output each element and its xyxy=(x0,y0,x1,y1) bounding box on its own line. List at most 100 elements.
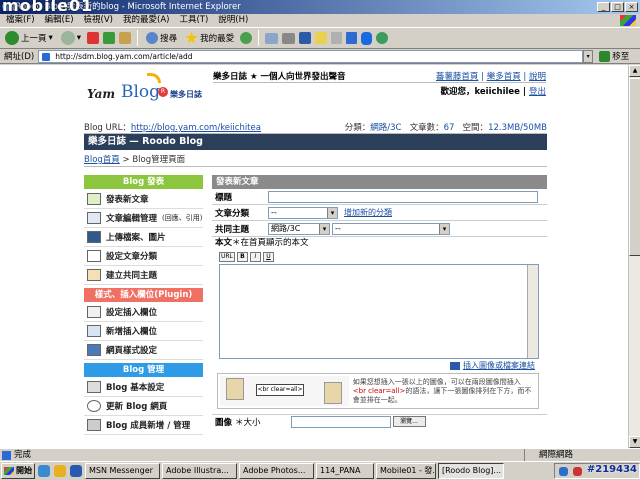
sidebar-item-shared-topic[interactable]: 建立共同主題 xyxy=(84,266,203,285)
title-row: 標題 xyxy=(212,189,547,205)
task-photoshop[interactable]: Adobe Photos... xyxy=(239,463,314,479)
browse-button[interactable]: 瀏覽... xyxy=(392,416,426,427)
folder-icon[interactable] xyxy=(315,32,328,44)
page-style-icon xyxy=(87,344,101,356)
menu-view[interactable]: 檢視(V) xyxy=(84,14,113,27)
scroll-up-button[interactable]: ▲ xyxy=(629,65,640,77)
media-icon[interactable] xyxy=(240,32,253,44)
image-file-input[interactable] xyxy=(290,415,391,428)
menu-tools[interactable]: 工具(T) xyxy=(179,14,208,27)
msn-people-icon[interactable] xyxy=(376,32,389,44)
forward-button[interactable]: ▾ xyxy=(59,29,83,47)
new-post-form: 發表新文章 標題 文章分類 -- 增加新的分類 共同主題 網路/3C -- 本文… xyxy=(212,175,547,428)
breadcrumb-blog-home[interactable]: Blog首頁 xyxy=(84,155,120,165)
address-label: 網址(D) xyxy=(4,52,35,62)
sidebar-heading-manage: Blog 管理 xyxy=(84,363,203,377)
internet-zone: 網際網路 xyxy=(524,449,634,461)
body-heading: 本文＊在首頁顯示的本文 xyxy=(215,238,309,248)
logout-link[interactable]: 登出 xyxy=(529,87,546,97)
toolbar: 上一頁 ▾ ▾ 搜尋 我的最愛 xyxy=(0,27,640,49)
scroll-thumb[interactable] xyxy=(629,78,640,256)
menu-favorites[interactable]: 我的最愛(A) xyxy=(123,14,169,27)
link-roodo-home[interactable]: 樂多首頁 xyxy=(487,72,521,82)
home-icon[interactable] xyxy=(119,32,132,44)
print-icon[interactable] xyxy=(282,32,296,44)
tray-security-icon[interactable] xyxy=(573,466,582,476)
sidebar-item-add-plugin[interactable]: 新增插入欄位 xyxy=(84,322,203,341)
refresh-icon[interactable] xyxy=(103,32,116,44)
subtopic-select[interactable]: -- xyxy=(332,222,450,235)
task-msn[interactable]: MSN Messenger xyxy=(85,463,160,479)
sidebar-item-categories[interactable]: 設定文章分類 xyxy=(84,247,203,266)
notes-icon[interactable] xyxy=(331,32,343,44)
sidebar-item-basic-settings[interactable]: Blog 基本設定 xyxy=(84,378,203,397)
insert-media-link[interactable]: 插入圖像或檔案連結 xyxy=(463,361,535,370)
close-button[interactable]: × xyxy=(625,2,638,12)
hint-illustration: <br clear=all> xyxy=(220,376,349,406)
yam-blog-logo[interactable]: Yam Blog R 樂多日誌 xyxy=(85,73,210,105)
menu-help[interactable]: 說明(H) xyxy=(218,14,248,27)
category-row: 文章分類 -- 增加新的分類 xyxy=(212,205,547,221)
maximize-button[interactable]: □ xyxy=(611,2,624,12)
tray-network-icon[interactable] xyxy=(559,466,568,476)
scroll-down-button[interactable]: ▼ xyxy=(629,436,640,448)
address-input[interactable]: http://sdm.blog.yam.com/article/add xyxy=(38,49,584,63)
mail-icon[interactable] xyxy=(265,32,279,44)
title-input[interactable] xyxy=(268,190,538,203)
address-bar: 網址(D) http://sdm.blog.yam.com/article/ad… xyxy=(0,49,640,64)
title-bar: [Roodo Blog]發表新的blog - Microsoft Interne… xyxy=(0,0,640,14)
menu-file[interactable]: 檔案(F) xyxy=(6,14,35,27)
upload-icon xyxy=(87,231,101,243)
word-icon[interactable] xyxy=(299,32,312,44)
quicklaunch-ie-icon[interactable] xyxy=(38,465,50,477)
underline-button[interactable]: U xyxy=(262,252,274,262)
blog-url-link[interactable]: http://blog.yam.com/keiichitea xyxy=(131,123,261,133)
italic-button[interactable]: I xyxy=(249,252,261,262)
sidebar-item-upload[interactable]: 上傳檔案、圖片 xyxy=(84,228,203,247)
menu-edit[interactable]: 編輯(E) xyxy=(45,14,74,27)
stat-category[interactable]: 網路/3C xyxy=(370,123,401,133)
quicklaunch-folder-icon[interactable] xyxy=(54,465,66,477)
messenger-icon[interactable] xyxy=(346,32,358,44)
body-textarea[interactable] xyxy=(219,264,539,359)
task-folder[interactable]: 114_PANA xyxy=(316,463,374,479)
topic-select[interactable]: 網路/3C xyxy=(268,222,330,235)
editor-toolbar: URL B I U xyxy=(212,250,547,264)
edit-posts-icon xyxy=(87,212,101,224)
bold-button[interactable]: B xyxy=(236,252,248,262)
sidebar-item-new-post[interactable]: 發表新文章 xyxy=(84,190,203,209)
task-illustrator[interactable]: Adobe Illustra... xyxy=(162,463,237,479)
quicklaunch-desktop-icon[interactable] xyxy=(70,465,82,477)
sidebar-item-members[interactable]: Blog 成員新增 / 管理 xyxy=(84,416,203,435)
favorites-button[interactable]: 我的最愛 xyxy=(183,29,236,47)
go-button[interactable]: 移至 xyxy=(599,50,629,62)
br-hint-box: <br clear=all> 如果您想插入一張以上的圖像，可以在兩段圖像間插入 … xyxy=(217,373,539,409)
sidebar-item-refresh-blog[interactable]: 更新 Blog 網頁 xyxy=(84,397,203,416)
task-mobile01[interactable]: Mobile01 - 發... xyxy=(376,463,436,479)
task-roodo-blog[interactable]: [Roodo Blog]... xyxy=(438,463,504,479)
add-category-link[interactable]: 增加新的分類 xyxy=(344,207,392,218)
vertical-scrollbar[interactable]: ▲ ▼ xyxy=(628,65,640,448)
status-bar: 完成 網際網路 xyxy=(0,448,640,461)
textarea-scrollbar[interactable] xyxy=(527,265,538,358)
blog-title-bar: 樂多日誌 — Roodo Blog xyxy=(84,134,547,150)
link-help[interactable]: 說明 xyxy=(529,72,546,82)
url-button[interactable]: URL xyxy=(219,252,235,262)
category-label: 文章分類 xyxy=(215,208,250,219)
shared-topic-icon xyxy=(87,269,101,281)
insert-image-icon xyxy=(450,361,461,370)
stop-icon[interactable] xyxy=(87,32,100,44)
bluetooth-icon[interactable] xyxy=(361,31,373,45)
sidebar-item-plugin-settings[interactable]: 設定插入欄位 xyxy=(84,303,203,322)
sidebar-heading-plugin: 樣式、插入欄位(Plugin) xyxy=(84,288,203,302)
address-dropdown[interactable]: ▾ xyxy=(583,49,594,63)
sidebar-item-edit-posts[interactable]: 文章編輯管理 (回應、引用) xyxy=(84,209,203,228)
back-button[interactable]: 上一頁 ▾ xyxy=(3,29,55,47)
form-heading: 發表新文章 xyxy=(212,175,547,189)
start-button[interactable]: 開始 xyxy=(1,463,35,479)
sidebar-item-page-style[interactable]: 網頁樣式設定 xyxy=(84,341,203,360)
link-yam-home[interactable]: 蕃薯藤首頁 xyxy=(436,72,479,82)
search-button[interactable]: 搜尋 xyxy=(144,29,179,47)
minimize-button[interactable]: _ xyxy=(597,2,610,12)
category-select[interactable]: -- xyxy=(268,206,338,219)
